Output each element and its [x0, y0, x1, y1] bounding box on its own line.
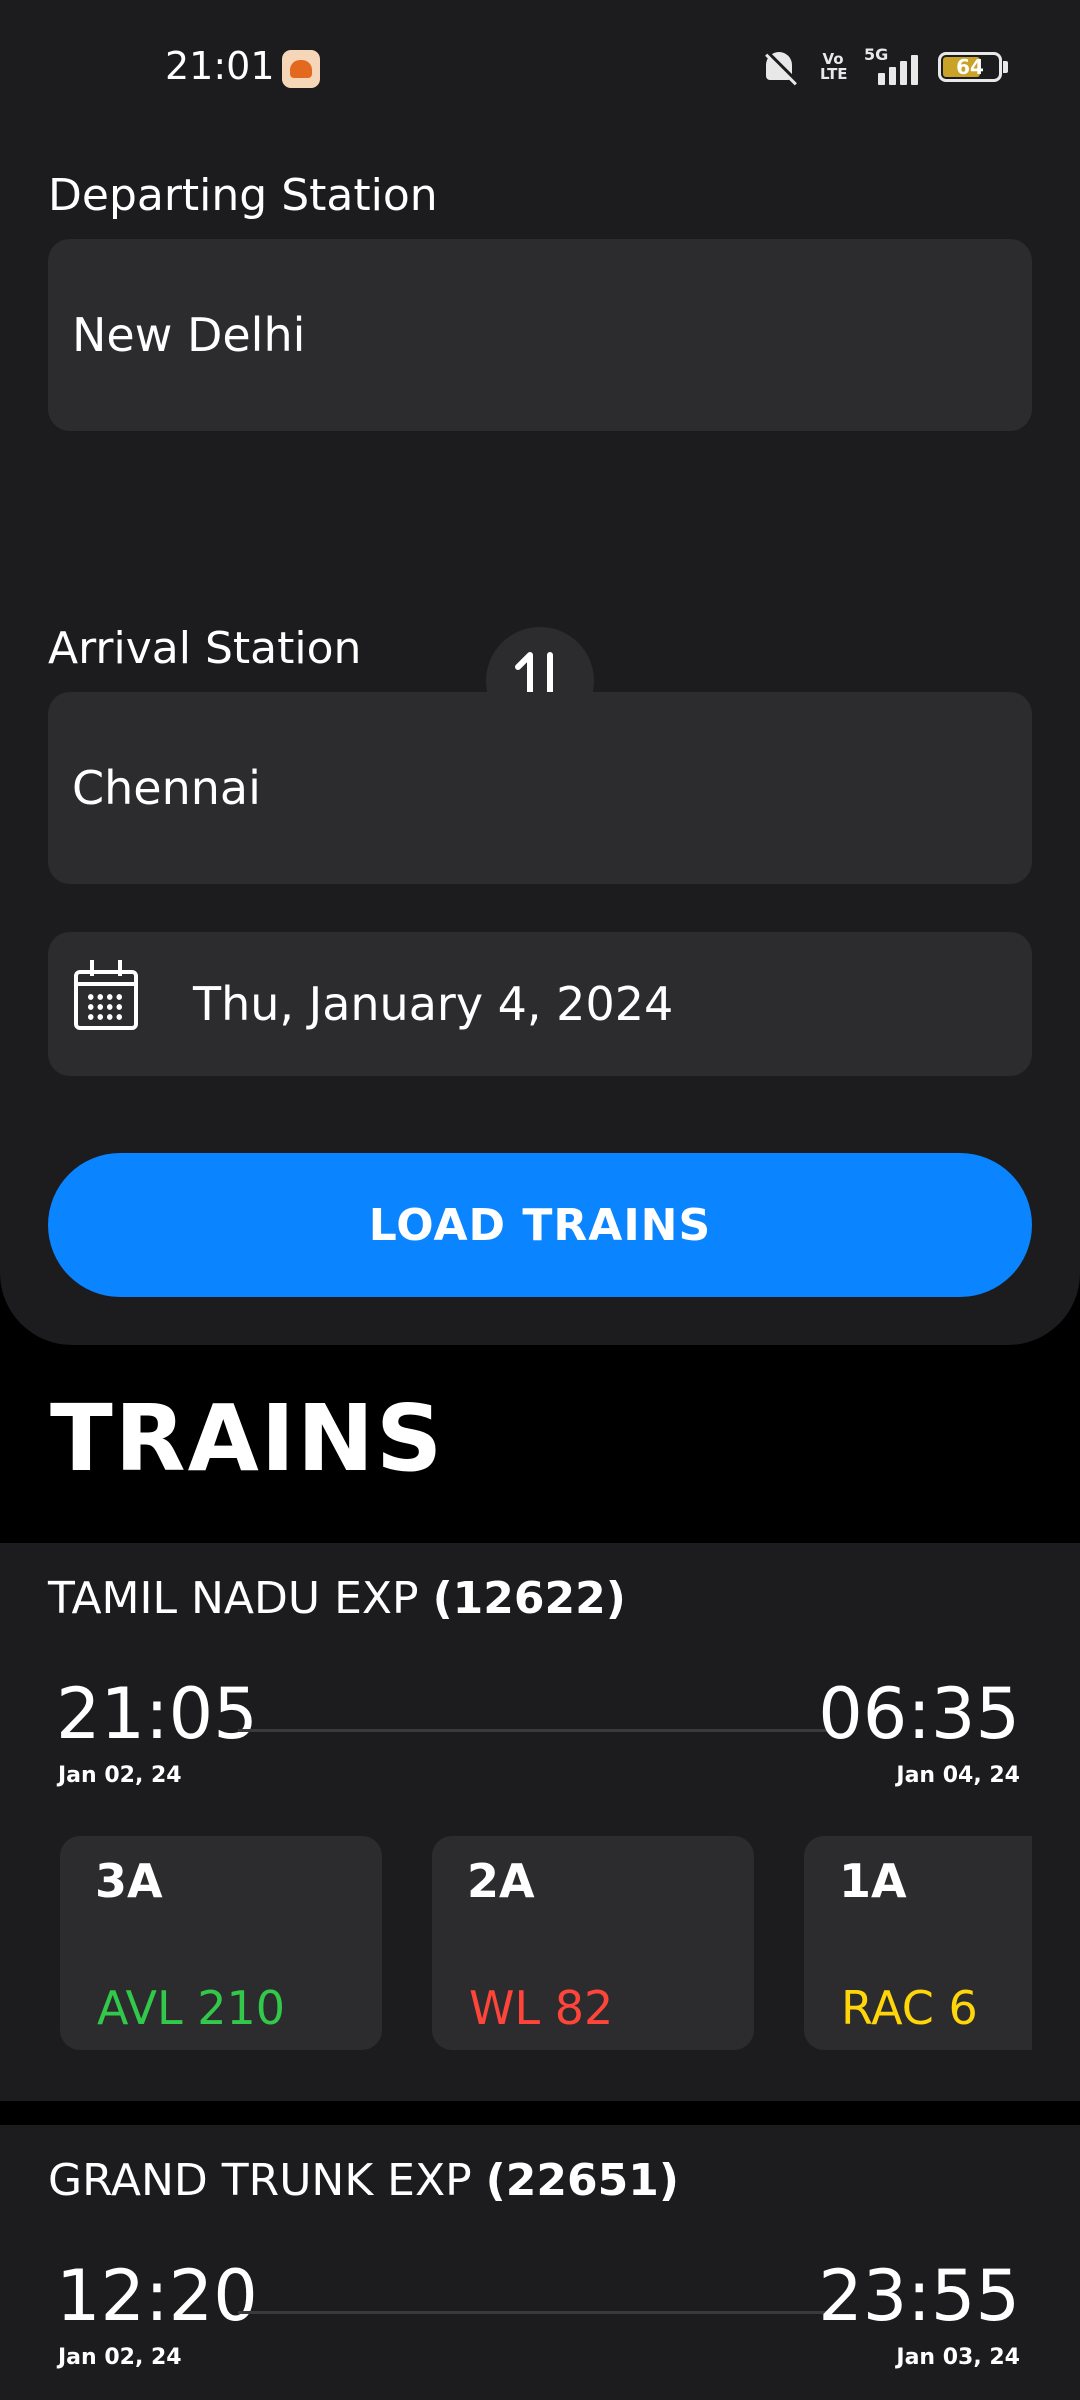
status-bar: 21:01 Vo LTE 5G 64 [0, 0, 1080, 130]
date-picker-field[interactable]: Thu, January 4, 2024 [48, 932, 1032, 1076]
train-name: GRAND TRUNK EXP [48, 2155, 486, 2206]
class-name: 3A [95, 1854, 163, 1908]
signal-icon: 5G [864, 45, 920, 85]
train-name: TAMIL NADU EXP [48, 1573, 433, 1624]
class-status: RAC 6 [841, 1981, 978, 2035]
arrival-time: 06:35 [818, 1673, 1020, 1755]
class-status: WL 82 [469, 1981, 614, 2035]
class-availability-3a[interactable]: 3A AVL 210 [60, 1836, 382, 2050]
arrival-label: Arrival Station [48, 623, 362, 674]
app-notification-icon [282, 50, 320, 88]
class-availability-1a[interactable]: 1A RAC 6 [804, 1836, 1032, 2050]
class-name: 1A [839, 1854, 907, 1908]
load-trains-button[interactable]: LOAD TRAINS [48, 1153, 1032, 1297]
departing-station-field[interactable]: New Delhi [48, 239, 1032, 431]
arrival-station-value: Chennai [72, 761, 261, 815]
class-availability-2a[interactable]: 2A WL 82 [432, 1836, 754, 2050]
departing-label: Departing Station [48, 170, 438, 221]
arrival-time: 23:55 [818, 2255, 1020, 2337]
search-panel: Departing Station New Delhi Arrival Stat… [0, 130, 1080, 1345]
train-card[interactable]: GRAND TRUNK EXP (22651) 12:20 Jan 02, 24… [0, 2125, 1080, 2400]
trains-heading: TRAINS [50, 1385, 445, 1492]
arrival-date: Jan 03, 24 [896, 2345, 1020, 2370]
departure-date: Jan 02, 24 [58, 2345, 182, 2370]
route-line [238, 2311, 828, 2314]
status-time: 21:01 [165, 44, 275, 88]
arrival-date: Jan 04, 24 [896, 1763, 1020, 1788]
departure-time: 12:20 [56, 2255, 258, 2337]
train-title: GRAND TRUNK EXP (22651) [48, 2155, 679, 2206]
class-status: AVL 210 [97, 1981, 286, 2035]
volte-indicator: Vo LTE [820, 50, 848, 83]
train-title: TAMIL NADU EXP (12622) [48, 1573, 626, 1624]
network-type: 5G [864, 45, 889, 64]
arrival-station-field[interactable]: Chennai [48, 692, 1032, 884]
bell-off-icon [756, 48, 802, 86]
train-number: (22651) [485, 2155, 679, 2206]
battery-icon: 64 [938, 52, 1008, 82]
date-value: Thu, January 4, 2024 [193, 977, 674, 1031]
departing-station-value: New Delhi [72, 308, 306, 362]
train-card[interactable]: TAMIL NADU EXP (12622) 21:05 Jan 02, 24 … [0, 1543, 1080, 2101]
class-name: 2A [467, 1854, 535, 1908]
battery-level: 64 [956, 55, 984, 79]
departure-time: 21:05 [56, 1673, 258, 1755]
calendar-icon [74, 960, 138, 1030]
train-number: (12622) [432, 1573, 626, 1624]
status-icons: Vo LTE 5G 64 [756, 45, 1008, 86]
route-line [238, 1729, 828, 1732]
departure-date: Jan 02, 24 [58, 1763, 182, 1788]
